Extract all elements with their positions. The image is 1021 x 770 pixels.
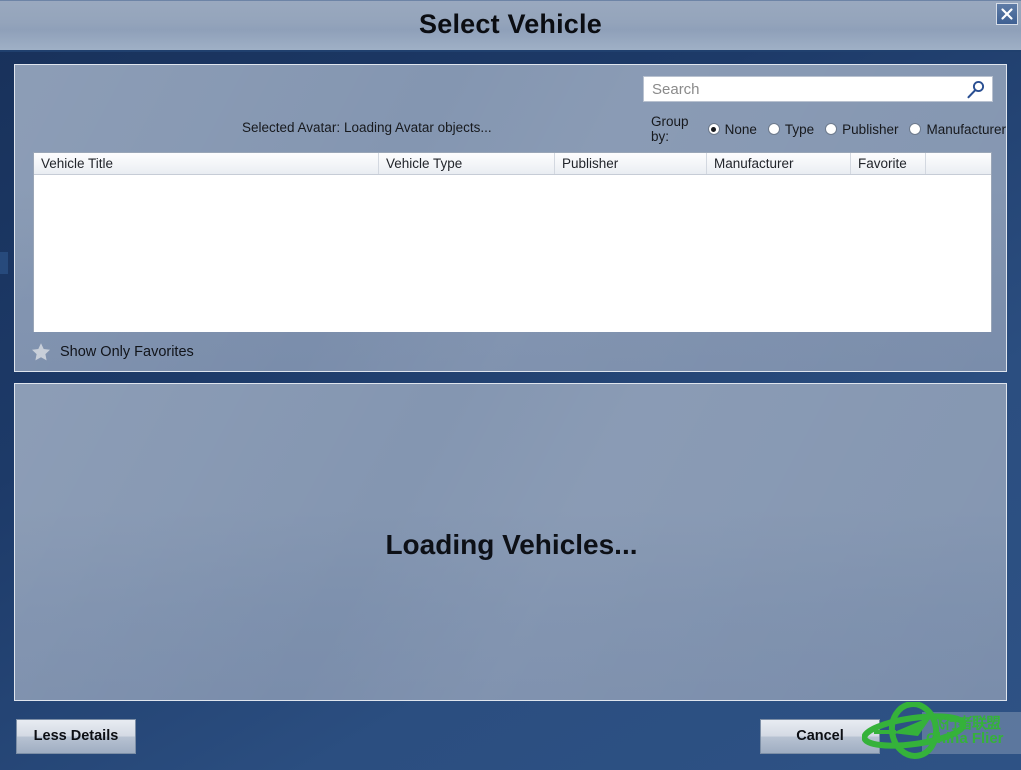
selected-avatar-label: Selected Avatar: [242, 120, 341, 135]
less-details-button[interactable]: Less Details [16, 719, 136, 754]
window-edge-artifact [0, 252, 8, 274]
group-by-option-label: Manufacturer [926, 121, 1006, 137]
star-icon [32, 343, 50, 361]
table-body[interactable] [34, 175, 991, 332]
cancel-button[interactable]: Cancel [760, 719, 880, 754]
group-by-label: Group by: [651, 114, 689, 144]
watermark: 飞行者联盟 China Flier [862, 700, 1021, 762]
column-header-vehicle-title[interactable]: Vehicle Title [34, 153, 379, 174]
group-by-option-label: Type [784, 121, 815, 137]
watermark-en-text: China Flier [926, 730, 1004, 747]
search-box[interactable] [643, 76, 993, 102]
group-by-option-manufacturer[interactable]: Manufacturer [909, 122, 1006, 137]
group-by-option-label: None [724, 121, 757, 137]
show-only-favorites-toggle[interactable]: Show Only Favorites [31, 342, 194, 362]
group-by-option-publisher[interactable]: Publisher [825, 122, 898, 137]
radio-icon [825, 123, 838, 135]
vehicle-preview-panel: Loading Vehicles... [14, 383, 1007, 701]
group-by-option-none[interactable]: None [707, 121, 757, 137]
select-vehicle-dialog: Select Vehicle Selected Avatar: Loading … [0, 0, 1021, 770]
radio-icon [707, 123, 720, 135]
radio-icon [909, 123, 922, 135]
watermark-backdrop [922, 712, 1021, 754]
selected-avatar-value: Loading Avatar objects... [344, 120, 492, 135]
column-header-favorite[interactable]: Favorite [851, 153, 926, 174]
vehicle-table: Vehicle Title Vehicle Type Publisher Man… [33, 152, 992, 332]
column-header-publisher[interactable]: Publisher [555, 153, 707, 174]
column-header-manufacturer[interactable]: Manufacturer [707, 153, 851, 174]
search-icon[interactable] [965, 80, 987, 100]
group-by-option-label: Publisher [842, 121, 899, 137]
table-header-row: Vehicle Title Vehicle Type Publisher Man… [34, 153, 991, 175]
dialog-titlebar: Select Vehicle [0, 0, 1021, 52]
watermark-cn-text: 飞行者联盟 [930, 715, 1001, 732]
show-only-favorites-label: Show Only Favorites [60, 344, 194, 360]
page-title: Select Vehicle [419, 9, 602, 39]
search-input[interactable] [644, 77, 962, 101]
column-header-vehicle-type[interactable]: Vehicle Type [379, 153, 555, 174]
loading-status-text: Loading Vehicles... [385, 529, 638, 560]
close-icon [1001, 8, 1013, 20]
vehicle-list-panel: Selected Avatar: Loading Avatar objects.… [14, 64, 1007, 372]
column-header-spacer[interactable] [926, 153, 991, 174]
group-by-option-type[interactable]: Type [767, 121, 815, 137]
radio-icon [767, 123, 780, 135]
close-button[interactable] [996, 3, 1018, 25]
group-by-controls: Group by: None Type Publisher Manufactur… [651, 114, 1006, 144]
